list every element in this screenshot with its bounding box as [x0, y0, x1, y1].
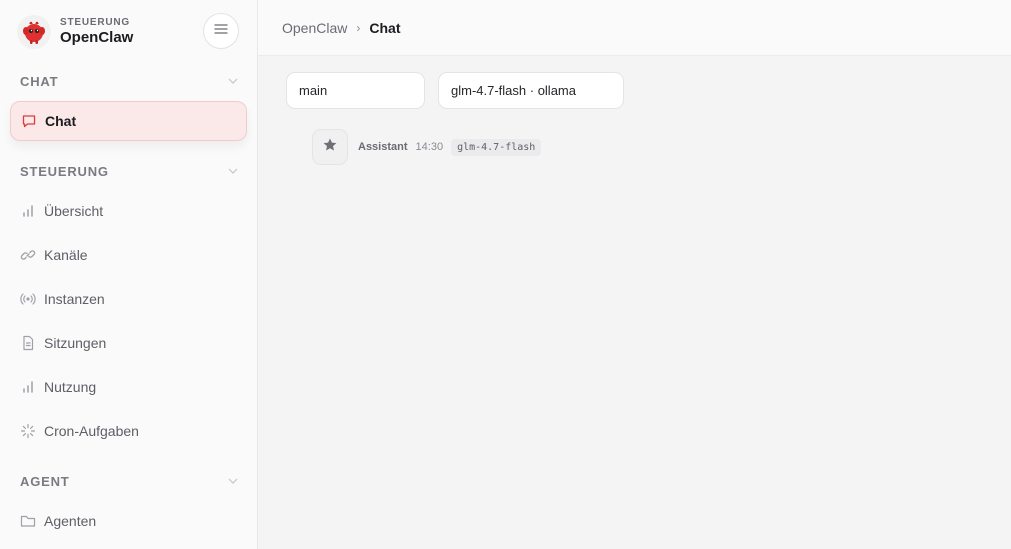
sidebar-item-chat[interactable]: Chat: [10, 101, 247, 141]
message-sender: Assistant: [358, 141, 408, 153]
sidebar-item-sitzungen[interactable]: Sitzungen: [10, 323, 247, 363]
sidebar-item-nutzung[interactable]: Nutzung: [10, 367, 247, 407]
sidebar-item-label: Chat: [45, 113, 77, 129]
brand: STEUERUNG OpenClaw: [17, 14, 133, 50]
menu-toggle-button[interactable]: [203, 13, 239, 49]
section-label: STEUERUNG: [20, 163, 109, 179]
sidebar-item-label: Agenten: [44, 513, 97, 529]
folder-icon: [20, 513, 36, 529]
link-icon: [20, 247, 36, 263]
chevron-down-icon: [228, 168, 238, 174]
brand-title: OpenClaw: [60, 29, 134, 46]
section-label: CHAT: [20, 73, 59, 89]
section-label: AGENT: [20, 473, 70, 489]
sidebar-item-agenten[interactable]: Agenten: [10, 501, 247, 541]
session-select[interactable]: main: [286, 72, 425, 109]
breadcrumb-separator: ›: [356, 20, 361, 35]
sidebar-item-label: Cron-Aufgaben: [44, 423, 139, 439]
bar-chart-icon: [20, 379, 36, 395]
message-model-tag: glm-4.7-flash: [451, 138, 542, 156]
breadcrumb-root-link[interactable]: OpenClaw: [282, 20, 347, 36]
openclaw-logo-icon: [17, 15, 51, 49]
sidebar-item-uebersicht[interactable]: Übersicht: [10, 191, 247, 231]
message-icon: [21, 113, 37, 129]
section-header-chat[interactable]: CHAT: [20, 71, 238, 91]
sidebar-item-label: Instanzen: [44, 291, 105, 307]
file-icon: [20, 335, 36, 351]
chevron-down-icon: [228, 78, 238, 84]
breadcrumb: OpenClaw › Chat: [258, 0, 1011, 56]
session-select-value: main: [299, 83, 328, 98]
bar-chart-icon: [20, 203, 36, 219]
sidebar-item-kanaele[interactable]: Kanäle: [10, 235, 247, 275]
chat-message: Assistant 14:30 glm-4.7-flash: [312, 129, 542, 165]
brand-subtitle: STEUERUNG: [60, 17, 130, 28]
sidebar-item-instanzen[interactable]: Instanzen: [10, 279, 247, 319]
radio-icon: [20, 291, 36, 307]
model-select-value: glm-4.7-flash · ollama: [451, 83, 576, 98]
section-header-steuerung[interactable]: STEUERUNG: [20, 161, 238, 181]
sidebar-item-label: Kanäle: [44, 247, 88, 263]
chevron-down-icon: [228, 478, 238, 484]
message-time: 14:30: [415, 141, 444, 153]
sidebar-item-label: Sitzungen: [44, 335, 107, 351]
breadcrumb-current: Chat: [369, 19, 401, 36]
section-header-agent[interactable]: AGENT: [20, 471, 238, 491]
model-select[interactable]: glm-4.7-flash · ollama: [438, 72, 624, 109]
sidebar-item-cron-aufgaben[interactable]: Cron-Aufgaben: [10, 411, 247, 451]
main-content: OpenClaw › Chat main glm-4.7-flash · oll…: [258, 0, 1011, 549]
star-icon: [322, 137, 338, 158]
sidebar-item-label: Nutzung: [44, 379, 97, 395]
hamburger-icon: [214, 22, 228, 40]
assistant-avatar: [312, 129, 348, 165]
sidebar: STEUERUNG OpenClaw CHAT Chat STEUERUNG Ü…: [0, 0, 258, 549]
sidebar-item-label: Übersicht: [44, 203, 104, 219]
loader-icon: [20, 423, 36, 439]
